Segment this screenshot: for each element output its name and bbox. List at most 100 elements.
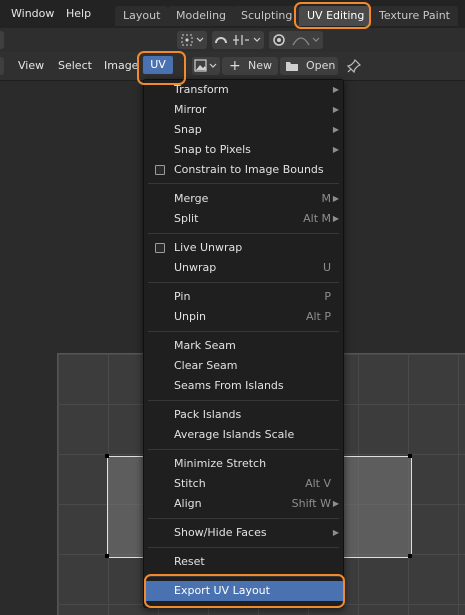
- menu-item-label: Mark Seam: [174, 339, 236, 352]
- menu-item-mirror[interactable]: Mirror ▶: [144, 100, 343, 120]
- open-button-label: Open: [306, 59, 336, 72]
- menu-item-average-islands-scale[interactable]: Average Islands Scale: [144, 425, 343, 445]
- menu-item-label: Unpin: [174, 310, 207, 323]
- menu-item-label: Split: [174, 212, 199, 225]
- magnet-icon: [215, 35, 261, 45]
- menu-item-label: Transform: [174, 83, 229, 96]
- menu-item-seams-from-islands[interactable]: Seams From Islands: [144, 376, 343, 396]
- submenu-arrow-icon: ▶: [332, 214, 339, 223]
- shortcut-label: U: [322, 261, 331, 274]
- menu-item-transform[interactable]: Transform ▶: [144, 80, 343, 100]
- shortcut-label: Shift W: [291, 497, 331, 510]
- menu-item-label: Stitch: [174, 477, 206, 490]
- menu-item-export-uv-layout[interactable]: Export UV Layout: [144, 581, 343, 601]
- submenu-arrow-icon: ▶: [332, 528, 339, 537]
- menu-item-label: Show/Hide Faces: [174, 526, 267, 539]
- tab-sculpting[interactable]: Sculpting: [233, 6, 301, 26]
- menu-item-label: Snap to Pixels: [174, 143, 251, 156]
- menu-item-unpin[interactable]: Unpin Alt P: [144, 307, 343, 327]
- uv-vertex[interactable]: [408, 454, 412, 458]
- menu-item-reset[interactable]: Reset: [144, 552, 343, 572]
- menu-separator: [148, 233, 339, 234]
- pin-icon[interactable]: [346, 58, 362, 74]
- snap-controls[interactable]: [212, 31, 264, 49]
- menu-item-label: Minimize Stretch: [174, 457, 267, 470]
- open-image-button[interactable]: Open: [280, 57, 338, 75]
- menu-separator: [148, 449, 339, 450]
- menu-view[interactable]: View: [18, 52, 44, 80]
- menu-item-label: Average Islands Scale: [174, 428, 295, 441]
- menu-item-align[interactable]: Align Shift W ▶: [144, 494, 343, 514]
- checkbox-icon[interactable]: [155, 165, 165, 175]
- menu-item-live-unwrap[interactable]: Live Unwrap: [144, 238, 343, 258]
- menu-separator: [148, 282, 339, 283]
- menu-item-clear-seam[interactable]: Clear Seam: [144, 356, 343, 376]
- menu-select[interactable]: Select: [58, 52, 92, 80]
- proportional-edit[interactable]: [269, 31, 323, 49]
- menu-item-constrain-to-image-bounds[interactable]: Constrain to Image Bounds: [144, 160, 343, 180]
- menu-separator: [148, 518, 339, 519]
- shortcut-label: Alt P: [305, 310, 331, 323]
- menu-item-label: Align: [174, 497, 202, 510]
- submenu-arrow-icon: ▶: [332, 499, 339, 508]
- menu-item-mark-seam[interactable]: Mark Seam: [144, 336, 343, 356]
- menu-item-split[interactable]: Split Alt M ▶: [144, 209, 343, 229]
- uv-vertex[interactable]: [408, 554, 412, 558]
- menu-item-snap-to-pixels[interactable]: Snap to Pixels ▶: [144, 140, 343, 160]
- menu-item-minimize-stretch[interactable]: Minimize Stretch: [144, 454, 343, 474]
- uv-vertex[interactable]: [105, 554, 109, 558]
- new-button-label: New: [248, 59, 272, 72]
- menu-item-stitch[interactable]: Stitch Alt V: [144, 474, 343, 494]
- shortcut-label: P: [324, 290, 331, 303]
- tab-uv-editing[interactable]: UV Editing: [299, 6, 373, 26]
- shortcut-label: Alt V: [305, 477, 331, 490]
- menu-item-label: Export UV Layout: [174, 584, 270, 597]
- shortcut-label: M: [321, 192, 332, 205]
- menu-help[interactable]: Help: [66, 0, 91, 28]
- submenu-arrow-icon: ▶: [332, 145, 339, 154]
- checkbox-icon[interactable]: [155, 243, 165, 253]
- tab-texture-paint[interactable]: Texture Paint: [371, 6, 458, 26]
- uv-dropdown-menu: Transform ▶ Mirror ▶ Snap ▶ Snap to Pixe…: [143, 79, 344, 608]
- proportional-icon: [273, 34, 320, 46]
- menu-item-label: Pack Islands: [174, 408, 242, 421]
- image-icon: [194, 59, 217, 72]
- menu-item-show-hide-faces[interactable]: Show/Hide Faces ▶: [144, 523, 343, 543]
- editor-header: View Select Image + New Open: [0, 52, 465, 81]
- submenu-arrow-icon: ▶: [332, 85, 339, 94]
- pivot-point-dropdown[interactable]: [177, 31, 207, 49]
- menu-item-label: Merge: [174, 192, 209, 205]
- submenu-arrow-icon: ▶: [332, 194, 339, 203]
- tab-layout[interactable]: Layout: [115, 6, 169, 26]
- submenu-arrow-icon: ▶: [332, 105, 339, 114]
- menu-item-label: Clear Seam: [174, 359, 238, 372]
- menu-item-label: Seams From Islands: [174, 379, 284, 392]
- menu-uv[interactable]: UV: [143, 56, 173, 74]
- uv-vertex[interactable]: [105, 454, 109, 458]
- menu-item-label: Snap: [174, 123, 202, 136]
- top-bar: Window Help Layout Modeling Sculpting UV…: [0, 0, 465, 28]
- menu-separator: [148, 331, 339, 332]
- menu-item-label: Unwrap: [174, 261, 217, 274]
- tool-header: [0, 28, 465, 52]
- editor-toggle[interactable]: [0, 31, 4, 49]
- menu-item-label: Mirror: [174, 103, 207, 116]
- menu-separator: [148, 400, 339, 401]
- pivot-icon: [181, 34, 204, 46]
- menu-item-pack-islands[interactable]: Pack Islands: [144, 405, 343, 425]
- plus-icon: +: [229, 58, 241, 74]
- menu-item-label: Pin: [174, 290, 191, 303]
- menu-window[interactable]: Window: [11, 0, 54, 28]
- image-browse-button[interactable]: [192, 57, 220, 75]
- editor-type-button[interactable]: [0, 57, 4, 75]
- submenu-arrow-icon: ▶: [332, 125, 339, 134]
- menu-item-snap[interactable]: Snap ▶: [144, 120, 343, 140]
- tab-modeling[interactable]: Modeling: [168, 6, 235, 26]
- menu-separator: [148, 183, 339, 184]
- menu-item-unwrap[interactable]: Unwrap U: [144, 258, 343, 278]
- folder-icon: [286, 62, 298, 71]
- menu-item-pin[interactable]: Pin P: [144, 287, 343, 307]
- menu-item-merge[interactable]: Merge M ▶: [144, 189, 343, 209]
- new-image-button[interactable]: + New: [222, 57, 278, 75]
- menu-image[interactable]: Image: [104, 52, 138, 80]
